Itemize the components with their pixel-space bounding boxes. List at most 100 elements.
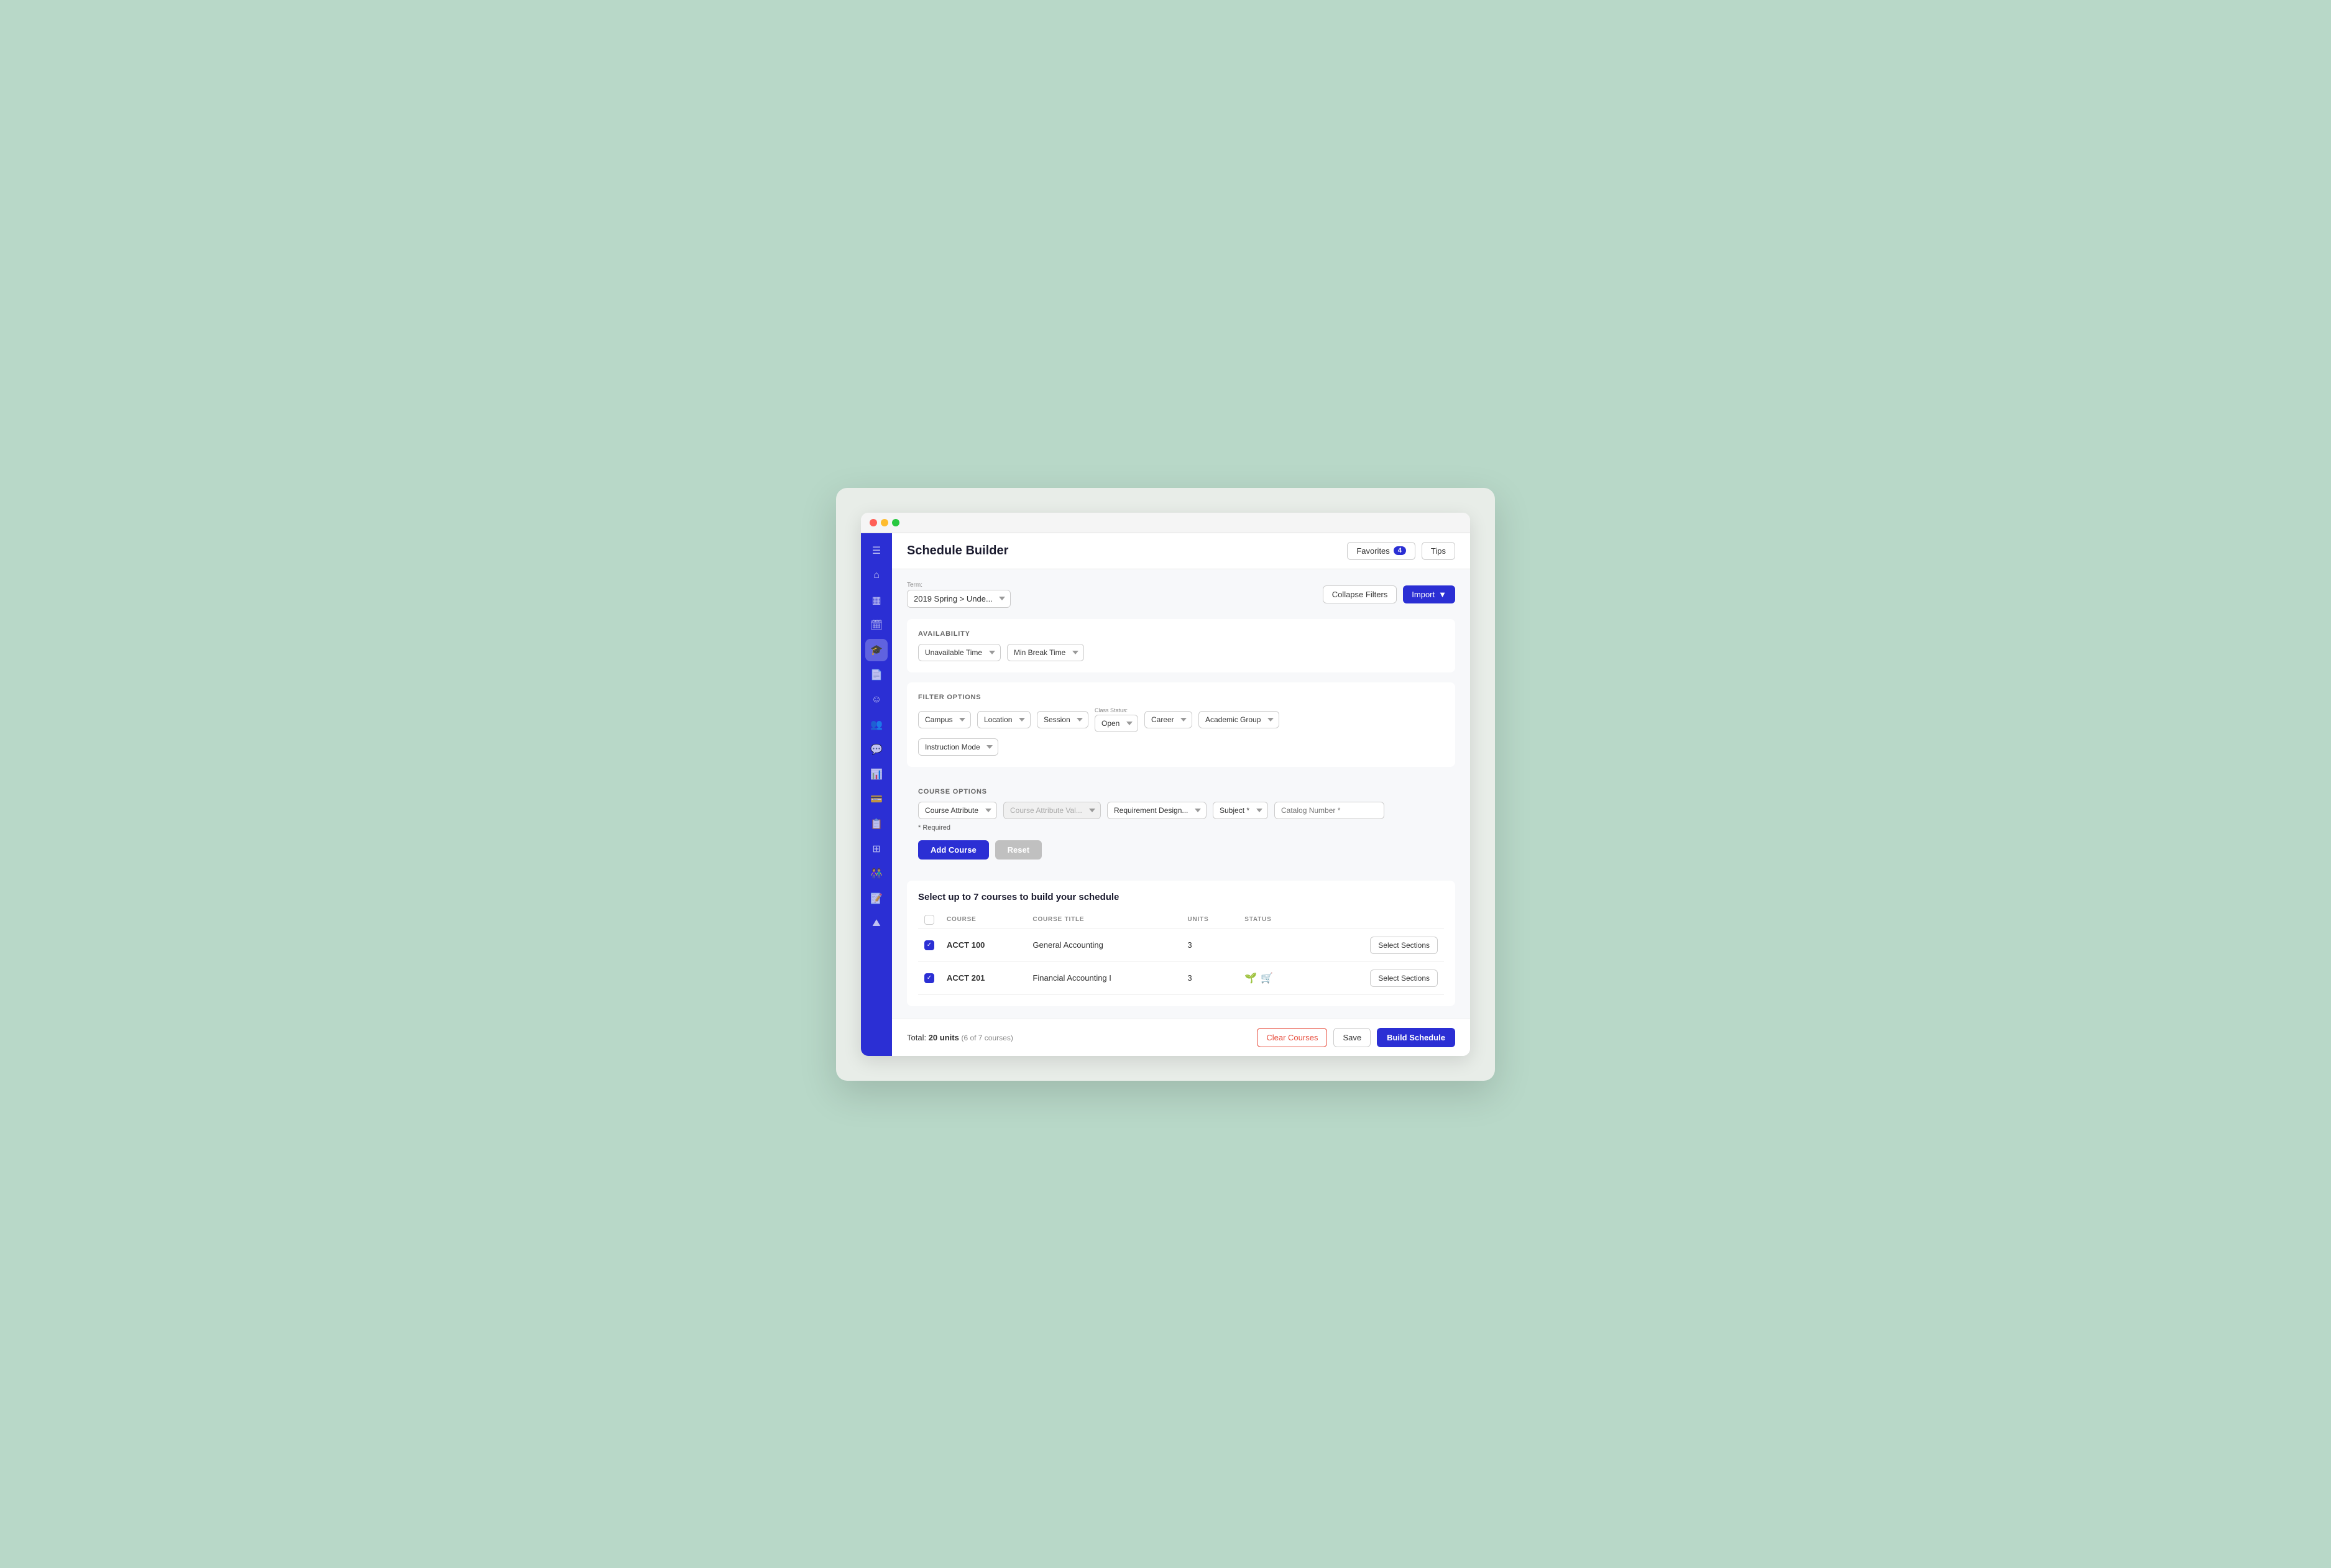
sidebar-grid-icon[interactable]: ▦ (865, 589, 888, 612)
course-units: 3 (1181, 961, 1238, 994)
course-actions: Add Course Reset (918, 840, 1444, 860)
term-label: Term: (907, 582, 1011, 589)
sidebar-users-icon[interactable]: 👥 (865, 713, 888, 736)
outer-window: ☰ ⌂ ▦ 🗓 🎓 📄 ☺ 👥 💬 📊 💳 📋 ⊞ 👫 📝 ⛰ (836, 488, 1495, 1081)
minimize-dot[interactable] (881, 519, 888, 526)
sidebar-document-icon[interactable]: 📄 (865, 664, 888, 686)
career-select[interactable]: Career (1144, 711, 1192, 728)
course-title: Financial Accounting I (1026, 961, 1181, 994)
sidebar-menu-icon[interactable]: ☰ (865, 539, 888, 562)
top-bar: Schedule Builder Favorites 4 Tips (892, 533, 1470, 569)
filter-options-label: FILTER OPTIONS (918, 694, 1444, 701)
sidebar-table-icon[interactable]: ⊞ (865, 838, 888, 860)
select-all-checkbox[interactable] (924, 915, 934, 925)
course-options-label: COURSE OPTIONS (918, 788, 1444, 795)
favorites-button[interactable]: Favorites 4 (1347, 542, 1415, 560)
location-select[interactable]: Location (977, 711, 1031, 728)
session-select[interactable]: Session (1037, 711, 1088, 728)
course-units: 3 (1181, 928, 1238, 961)
page-title: Schedule Builder (907, 544, 1008, 558)
top-bar-actions: Favorites 4 Tips (1347, 542, 1455, 560)
min-break-time-select[interactable]: Min Break Time (1007, 644, 1084, 661)
campus-select[interactable]: Campus (918, 711, 971, 728)
footer-actions: Clear Courses Save Build Schedule (1257, 1028, 1455, 1047)
term-select-wrap: Term: 2019 Spring > Unde... (907, 582, 1011, 608)
row-checkbox[interactable]: ✓ (924, 940, 934, 950)
sidebar-card-icon[interactable]: 💳 (865, 788, 888, 810)
favorites-label: Favorites (1356, 546, 1389, 556)
clear-courses-button[interactable]: Clear Courses (1257, 1028, 1327, 1047)
import-label: Import (1412, 590, 1435, 599)
unavailable-time-select[interactable]: Unavailable Time (918, 644, 1001, 661)
add-course-button[interactable]: Add Course (918, 840, 989, 860)
class-status-select[interactable]: Open (1095, 715, 1138, 732)
term-select[interactable]: 2019 Spring > Unde... (907, 590, 1011, 608)
reset-button[interactable]: Reset (995, 840, 1042, 860)
table-row: ✓ACCT 100General Accounting3Select Secti… (918, 928, 1444, 961)
catalog-number-input[interactable] (1274, 802, 1384, 819)
select-sections-button[interactable]: Select Sections (1370, 970, 1438, 987)
import-chevron-icon: ▼ (1438, 590, 1446, 599)
col-course-header: COURSE (940, 911, 1026, 929)
sidebar-calendar-icon[interactable]: 🗓 (865, 614, 888, 636)
course-table: COURSE COURSE TITLE UNITS STATUS ✓ ACCT 1… (918, 911, 1444, 995)
required-note: * Required (918, 824, 1444, 832)
table-section: Select up to 7 courses to build your sch… (907, 881, 1455, 1006)
sidebar: ☰ ⌂ ▦ 🗓 🎓 📄 ☺ 👥 💬 📊 💳 📋 ⊞ 👫 📝 ⛰ (861, 533, 892, 1056)
import-button[interactable]: Import ▼ (1403, 585, 1455, 603)
table-row: ✓ACCT 201Financial Accounting I3🌱🛒Select… (918, 961, 1444, 994)
col-status-header: STATUS (1238, 911, 1308, 929)
course-options-row: Course Attribute Course Attribute Val...… (918, 802, 1444, 819)
sidebar-list-icon[interactable]: 📋 (865, 813, 888, 835)
course-code: ACCT 100 (940, 928, 1026, 961)
app-body: ☰ ⌂ ▦ 🗓 🎓 📄 ☺ 👥 💬 📊 💳 📋 ⊞ 👫 📝 ⛰ (861, 533, 1470, 1056)
footer-bar: Total: 20 units (6 of 7 courses) Clear C… (892, 1019, 1470, 1056)
table-header: Select up to 7 courses to build your sch… (918, 892, 1444, 902)
save-button[interactable]: Save (1333, 1028, 1371, 1047)
cart-icon: 🛒 (1261, 972, 1273, 984)
total-sub: (6 of 7 courses) (961, 1034, 1013, 1042)
sidebar-chat-icon[interactable]: 💬 (865, 738, 888, 761)
tips-label: Tips (1431, 546, 1446, 556)
expand-dot[interactable] (892, 519, 899, 526)
sidebar-people-icon[interactable]: 👫 (865, 863, 888, 885)
total-value: 20 units (929, 1033, 959, 1042)
col-units-header: UNITS (1181, 911, 1238, 929)
favorites-badge: 4 (1394, 546, 1406, 555)
course-options-section: COURSE OPTIONS Course Attribute Course A… (907, 777, 1455, 871)
build-schedule-button[interactable]: Build Schedule (1377, 1028, 1455, 1047)
course-attribute-val-select[interactable]: Course Attribute Val... (1003, 802, 1101, 819)
sidebar-home-icon[interactable]: ⌂ (865, 564, 888, 587)
total-text: Total: 20 units (6 of 7 courses) (907, 1033, 1013, 1042)
academic-group-select[interactable]: Academic Group (1198, 711, 1279, 728)
status-green-icon: 🌱 (1244, 972, 1257, 984)
subject-select[interactable]: Subject * (1213, 802, 1268, 819)
filter-options-row2: Instruction Mode (918, 738, 1444, 756)
sidebar-face-icon[interactable]: ☺ (865, 689, 888, 711)
close-dot[interactable] (870, 519, 877, 526)
sidebar-chart-icon[interactable]: 📊 (865, 763, 888, 786)
sidebar-mountain-icon[interactable]: ⛰ (865, 912, 888, 935)
requirement-design-select[interactable]: Requirement Design... (1107, 802, 1207, 819)
availability-label: AVAILABILITY (918, 630, 1444, 638)
term-actions: Collapse Filters Import ▼ (1323, 585, 1455, 603)
sidebar-graduation-icon[interactable]: 🎓 (865, 639, 888, 661)
filter-options-row1: Campus Location Session Class Status: (918, 707, 1444, 732)
sidebar-clipboard-icon[interactable]: 📝 (865, 887, 888, 910)
course-status (1238, 928, 1308, 961)
col-title-header: COURSE TITLE (1026, 911, 1181, 929)
instruction-mode-select[interactable]: Instruction Mode (918, 738, 998, 756)
mac-window: ☰ ⌂ ▦ 🗓 🎓 📄 ☺ 👥 💬 📊 💳 📋 ⊞ 👫 📝 ⛰ (861, 513, 1470, 1056)
course-attribute-select[interactable]: Course Attribute (918, 802, 997, 819)
tips-button[interactable]: Tips (1422, 542, 1455, 560)
course-status: 🌱🛒 (1238, 961, 1308, 994)
class-status-label: Class Status: (1095, 707, 1138, 713)
total-label: Total: (907, 1033, 926, 1042)
content-area: Term: 2019 Spring > Unde... Collapse Fil… (892, 569, 1470, 1019)
collapse-filters-button[interactable]: Collapse Filters (1323, 585, 1397, 603)
course-code: ACCT 201 (940, 961, 1026, 994)
select-sections-button[interactable]: Select Sections (1370, 937, 1438, 954)
row-checkbox[interactable]: ✓ (924, 973, 934, 983)
filter-options-section: FILTER OPTIONS Campus Location Session (907, 682, 1455, 767)
term-row: Term: 2019 Spring > Unde... Collapse Fil… (907, 582, 1455, 608)
